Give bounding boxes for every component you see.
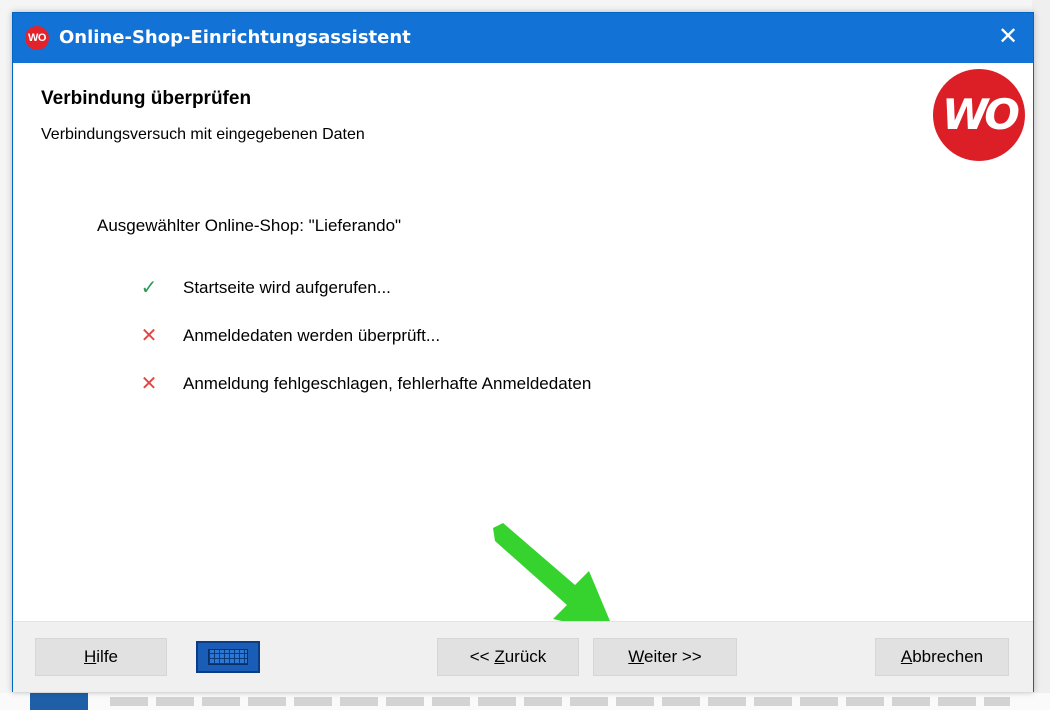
brand-logo: WO [933,69,1025,161]
background-strip [0,693,1050,710]
page-subtitle: Verbindungsversuch mit eingegebenen Date… [41,126,365,143]
help-label: ilfe [96,647,118,666]
close-icon[interactable]: ✕ [983,13,1033,63]
cross-icon: ✕ [140,325,158,347]
help-button[interactable]: Hilfe [35,638,167,676]
cross-icon: ✕ [140,373,158,395]
background-blurred-text [110,697,1010,706]
check-icon: ✓ [140,277,158,299]
background-blue-block [30,693,88,710]
back-label: urück [504,647,547,666]
keyboard-icon [208,649,248,665]
on-screen-keyboard-button[interactable] [196,641,260,673]
next-button[interactable]: Weiter >> [593,638,737,676]
page-title: Verbindung überprüfen [41,88,252,109]
step-text: Anmeldung fehlgeschlagen, fehlerhafte An… [183,374,592,393]
cancel-label: bbrechen [912,647,984,666]
next-mnemonic: W [628,647,645,666]
back-prefix: << [469,647,495,666]
cancel-button[interactable]: Abbrechen [875,638,1009,676]
selected-shop-label: Ausgewählter Online-Shop: "Lieferando" [97,216,402,235]
back-mnemonic: Z [494,647,505,666]
background-edge [1032,0,1050,693]
title-bar[interactable]: WO Online-Shop-Einrichtungsassistent ✕ [13,13,1033,63]
app-logo-icon: WO [25,26,49,50]
step-text: Anmeldedaten werden überprüft... [183,326,441,345]
arrow-icon [493,523,615,633]
back-button[interactable]: << Zurück [437,638,579,676]
step-text: Startseite wird aufgerufen... [183,278,391,297]
window-title: Online-Shop-Einrichtungsassistent [59,27,411,48]
cancel-mnemonic: A [900,647,913,666]
help-mnemonic: H [83,647,97,666]
setup-wizard-dialog: WO Online-Shop-Einrichtungsassistent ✕ V… [12,12,1034,692]
button-bar: Hilfe << Zurück Weiter >> Abbrechen [13,621,1033,692]
next-label: eiter >> [644,647,702,666]
